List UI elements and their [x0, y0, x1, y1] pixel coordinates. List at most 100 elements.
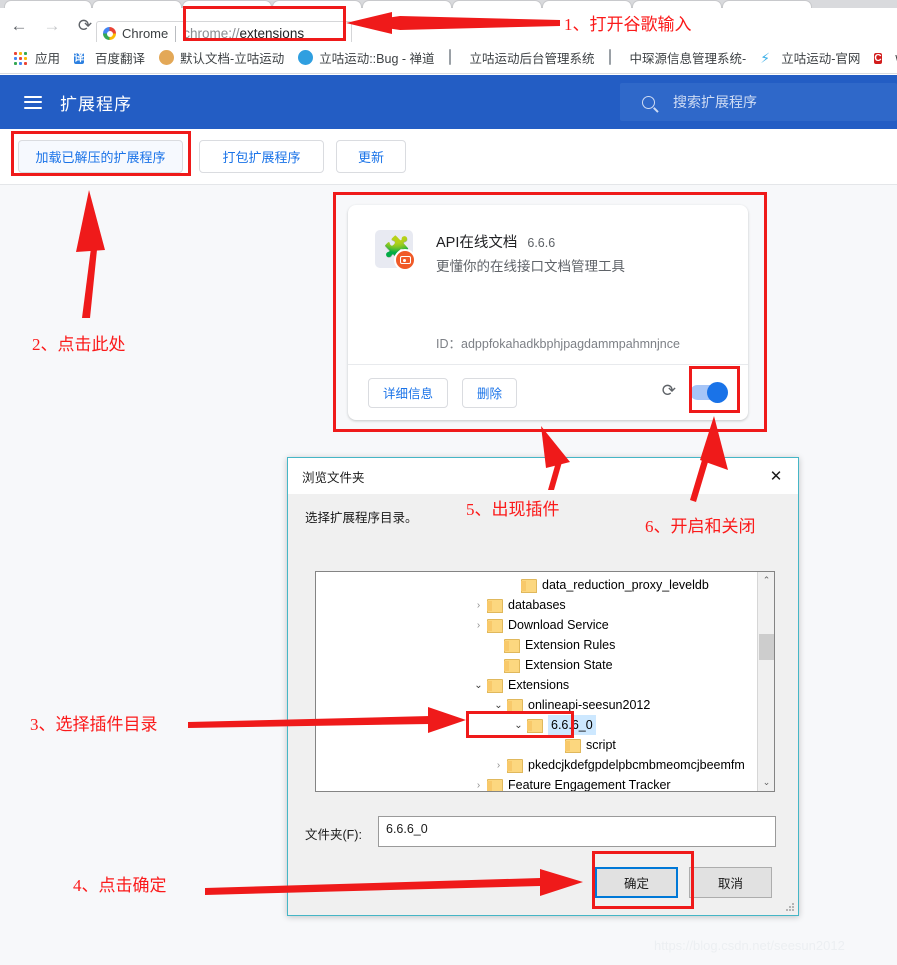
details-button[interactable]: 详细信息 [368, 377, 449, 408]
tree-item[interactable]: ⌄ Extensions [316, 675, 757, 695]
search-extensions-input[interactable]: 搜索扩展程序 [620, 83, 897, 121]
omnibox-chip-label: Chrome [122, 26, 169, 41]
bookmark-zentao-bug[interactable]: 立咕运动::Bug - 禅道 [292, 46, 440, 69]
comodo-c-icon: C [874, 52, 882, 64]
chevron-right-icon[interactable]: › [470, 600, 487, 611]
scrollbar-thumb[interactable] [759, 634, 774, 660]
bookmark-apps[interactable]: 应用 [8, 46, 66, 69]
browser-tab[interactable] [92, 0, 182, 8]
tree-item[interactable]: › Feature Engagement Tracker [316, 775, 757, 791]
browser-tab[interactable] [722, 0, 812, 8]
bookmark-ligu-official[interactable]: ⚡ 立咕运动-官网 [754, 46, 866, 69]
folder-tree-scrollbar[interactable]: ⌃ ⌄ [757, 572, 774, 791]
tree-item[interactable]: › Extension State [316, 655, 757, 675]
folder-name-input[interactable]: 6.6.6_0 [378, 816, 776, 847]
browser-toolbar: ← → ⟳ Chrome chrome://extensions [0, 8, 897, 46]
button-label: 删除 [477, 387, 503, 401]
folder-icon [487, 619, 503, 633]
bookmark-comodo[interactable]: C wi [868, 48, 897, 68]
tree-item[interactable]: › Download Service [316, 615, 757, 635]
tree-item-label: Download Service [508, 618, 609, 632]
scroll-up-icon[interactable]: ⌃ [758, 572, 774, 589]
browser-tab[interactable] [272, 0, 362, 8]
pack-extension-button[interactable]: 打包扩展程序 [199, 140, 324, 173]
folder-icon [565, 739, 581, 753]
button-label: 更新 [357, 150, 384, 165]
screenshot-root: ← → ⟳ Chrome chrome://extensions 应用 译 百度… [0, 0, 897, 965]
chevron-right-icon[interactable]: › [490, 760, 507, 771]
annotation-step2: 2、点击此处 [32, 335, 126, 354]
chevron-down-icon[interactable]: ⌄ [510, 720, 527, 731]
resize-grip[interactable] [785, 902, 795, 912]
folder-icon [507, 699, 523, 713]
search-placeholder: 搜索扩展程序 [673, 94, 757, 110]
bookmark-baidu-translate[interactable]: 译 百度翻译 [68, 46, 151, 69]
extension-id-value: adppfokahadkbphjpagdammpahmnjnce [461, 337, 680, 351]
ok-button[interactable]: 确定 [595, 867, 678, 898]
extension-card: 🧩 API在线文档 6.6.6 更懂你的在线接口文档管理工具 ID：adppfo… [348, 205, 748, 420]
browser-tab[interactable] [452, 0, 542, 8]
bookmark-ligu-admin[interactable]: 立咕运动后台管理系统 [443, 46, 601, 69]
cancel-button[interactable]: 取消 [689, 867, 772, 898]
reload-extension-icon[interactable]: ⟳ [662, 382, 676, 399]
button-label: 加载已解压的扩展程序 [35, 150, 166, 165]
tree-item-label: Extension Rules [525, 638, 616, 652]
remove-button[interactable]: 删除 [462, 377, 518, 408]
tree-item[interactable]: › pkedcjkdefgpdelpbcmbmeomcjbeemfm [316, 755, 757, 775]
tree-item-label: Extension State [525, 658, 613, 672]
load-unpacked-button[interactable]: 加载已解压的扩展程序 [18, 140, 183, 173]
extensions-header: 扩展程序 搜索扩展程序 [0, 75, 897, 129]
browser-tab[interactable] [632, 0, 722, 8]
folder-tree[interactable]: › data_reduction_proxy_leveldb › databas… [315, 571, 775, 792]
chevron-icon: › [548, 740, 565, 751]
folder-icon [521, 579, 537, 593]
tree-item[interactable]: › databases [316, 595, 757, 615]
browser-tab[interactable] [542, 0, 632, 8]
monkey-icon [159, 49, 175, 66]
tree-item[interactable]: › script [316, 735, 757, 755]
folder-icon [504, 659, 520, 673]
update-button[interactable]: 更新 [336, 140, 406, 173]
bookmark-label: 立咕运动-官网 [781, 52, 861, 66]
back-arrow-icon[interactable]: ← [5, 11, 33, 39]
button-label: 打包扩展程序 [222, 150, 301, 165]
bookmark-zhongchenyuan[interactable]: 中琛源信息管理系统- [603, 46, 753, 69]
tree-item-label: 6.6.6_0 [548, 715, 596, 735]
tree-item[interactable]: › data_reduction_proxy_leveldb [316, 575, 757, 595]
omnibox-url-path: extensions [239, 26, 305, 41]
annotation-step3: 3、选择插件目录 [30, 715, 158, 734]
chevron-right-icon[interactable]: › [470, 620, 487, 631]
button-label: 详细信息 [383, 387, 434, 401]
folder-icon [487, 599, 503, 613]
browser-tab[interactable] [182, 0, 272, 8]
omnibox-url-scheme: chrome:// [183, 26, 240, 41]
browser-tab[interactable] [362, 0, 452, 8]
extension-id-label: ID： [436, 337, 462, 351]
button-label: 取消 [717, 877, 743, 891]
close-icon[interactable]: ✕ [754, 458, 798, 494]
chevron-right-icon[interactable]: › [470, 780, 487, 791]
tree-item[interactable]: ⌄ onlineapi-seesun2012 [316, 695, 757, 715]
chevron-down-icon[interactable]: ⌄ [490, 700, 507, 711]
tree-item-selected[interactable]: ⌄ 6.6.6_0 [316, 715, 757, 735]
reload-icon[interactable]: ⟳ [71, 11, 99, 39]
page-title: 扩展程序 [60, 94, 132, 114]
extension-name: API在线文档 [436, 235, 518, 251]
apps-grid-icon [14, 50, 30, 66]
bookmark-default-doc[interactable]: 默认文档-立咕运动 [153, 46, 290, 69]
bookmark-label: 默认文档-立咕运动 [180, 52, 285, 66]
scroll-down-icon[interactable]: ⌄ [758, 774, 774, 791]
chevron-down-icon[interactable]: ⌄ [470, 680, 487, 691]
hamburger-menu-icon[interactable] [24, 95, 42, 109]
bookmarks-bar: 应用 译 百度翻译 默认文档-立咕运动 立咕运动::Bug - 禅道 立咕运动后… [0, 42, 897, 74]
folder-icon [527, 719, 543, 733]
zentao-globe-icon [298, 49, 314, 66]
tree-item[interactable]: › Extension Rules [316, 635, 757, 655]
extension-enable-toggle[interactable] [690, 382, 728, 403]
annotation-step5: 5、出现插件 [466, 500, 560, 519]
bookmark-label: 中琛源信息管理系统- [629, 52, 747, 66]
tree-item-label: Extensions [508, 678, 570, 692]
forward-arrow-icon[interactable]: → [38, 11, 66, 39]
search-icon [642, 95, 655, 109]
browser-tab[interactable] [4, 0, 92, 8]
